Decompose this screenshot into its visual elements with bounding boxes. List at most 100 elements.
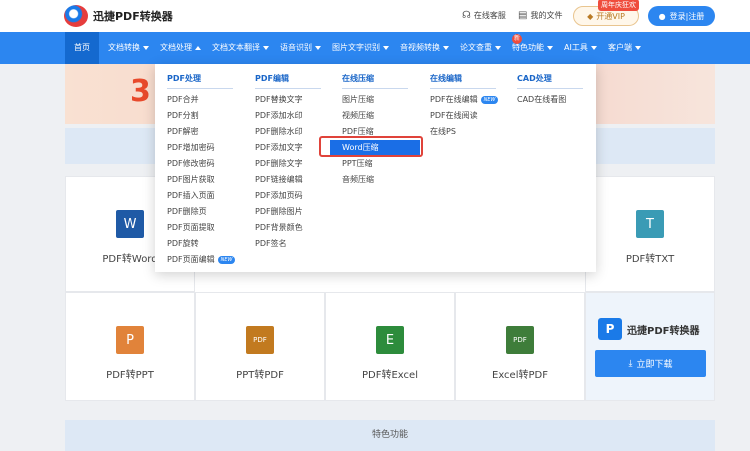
customer-service-label: 在线客服 xyxy=(473,11,506,20)
menu-item[interactable]: PDF合并 xyxy=(167,92,235,108)
menu-item[interactable]: PDF页面编辑 NEW xyxy=(167,252,236,268)
chevron-down-icon xyxy=(635,45,641,50)
feature-section-title: 特色功能 xyxy=(65,420,715,451)
nav-features-label: 特色功能 xyxy=(512,43,544,52)
tool-card-pdf-to-ppt[interactable]: P PDF转PPT xyxy=(65,292,195,401)
menu-item[interactable]: PDF在线阅读 xyxy=(430,108,498,124)
column-title: 在线编辑 xyxy=(430,73,496,89)
menu-item-label: PPT压缩 xyxy=(342,159,373,168)
nav-ocr[interactable]: 图片文字识别 xyxy=(332,32,389,64)
ppt-pdf-icon-glyph: PDF xyxy=(253,336,267,344)
banner-graphic: 3 xyxy=(130,74,151,109)
nav-client-label: 客户端 xyxy=(608,43,632,52)
user-icon: ● xyxy=(658,11,666,21)
login-button[interactable]: ● 登录|注册 xyxy=(648,6,715,26)
vip-label: 开通VIP xyxy=(596,11,625,21)
top-header: 迅捷PDF转换器 ☊ 在线客服 ▤ 我的文件 ◆ 开通VIP 周年庆狂欢 ● 登… xyxy=(0,0,750,32)
menu-item[interactable]: CAD在线看图 xyxy=(517,92,583,108)
new-tag: NEW xyxy=(217,256,236,264)
menu-item[interactable]: 图片压缩 xyxy=(342,92,420,108)
nav-speech-label: 语音识别 xyxy=(280,43,312,52)
chevron-down-icon xyxy=(143,45,149,50)
menu-item-label: PDF签名 xyxy=(255,239,287,248)
new-tag: NEW xyxy=(480,96,499,104)
chevron-down-icon xyxy=(315,45,321,50)
chevron-up-icon xyxy=(195,45,201,50)
diamond-icon: ◆ xyxy=(587,11,594,21)
tool-card-pdf-to-excel[interactable]: E PDF转Excel xyxy=(325,292,455,401)
menu-item-label: PDF页面编辑 xyxy=(167,255,215,264)
download-promo: P 迅捷PDF转换器 ⤓ 立即下载 xyxy=(585,292,715,401)
menu-item-label: 图片压缩 xyxy=(342,95,374,104)
menu-item[interactable]: PDF删除页 xyxy=(167,204,235,220)
tool-card-ppt-to-pdf[interactable]: PDF PPT转PDF xyxy=(195,292,325,401)
excel-pdf-icon-glyph: PDF xyxy=(513,336,527,344)
nav-home[interactable]: 首页 xyxy=(65,32,99,64)
menu-item[interactable]: PDF图片获取 xyxy=(167,172,235,188)
nav-av-convert[interactable]: 音视频转换 xyxy=(400,32,449,64)
excel-icon: E xyxy=(376,326,404,354)
menu-item-label: CAD在线看图 xyxy=(517,95,567,104)
tool-label: PDF转PPT xyxy=(106,370,154,381)
customer-service-link[interactable]: ☊ 在线客服 xyxy=(462,10,506,21)
menu-item[interactable]: PDF解密 xyxy=(167,124,235,140)
nav-ocr-label: 图片文字识别 xyxy=(332,43,380,52)
nav-speech[interactable]: 语音识别 xyxy=(280,32,321,64)
menu-item-label: PDF分割 xyxy=(167,111,199,120)
nav-doc-process[interactable]: 文档处理 xyxy=(160,32,201,64)
menu-item-label: PDF删除图片 xyxy=(255,207,303,216)
download-icon: ⤓ xyxy=(628,358,633,369)
chevron-down-icon xyxy=(495,45,501,50)
nav-client[interactable]: 客户端 xyxy=(608,32,641,64)
nav-ai-tools[interactable]: AI工具 xyxy=(564,32,597,64)
txt-icon-glyph: T xyxy=(646,216,654,232)
menu-item-label: PDF添加页码 xyxy=(255,191,303,200)
menu-item[interactable]: 音频压缩 xyxy=(342,172,420,188)
menu-item[interactable]: PDF删除图片 xyxy=(255,204,321,220)
menu-item[interactable]: PDF删除水印 xyxy=(255,124,321,140)
menu-item[interactable]: PDF页面提取 xyxy=(167,220,235,236)
menu-item[interactable]: PPT压缩 xyxy=(342,156,420,172)
menu-item-label: 视频压缩 xyxy=(342,111,374,120)
menu-item[interactable]: PDF替换文字 xyxy=(255,92,321,108)
menu-item[interactable]: PDF增加密码 xyxy=(167,140,235,156)
menu-item-label: PDF图片获取 xyxy=(167,175,215,184)
download-button[interactable]: ⤓ 立即下载 xyxy=(595,350,706,377)
nav-plagiarism[interactable]: 论文查重 xyxy=(460,32,501,64)
my-files-label: 我的文件 xyxy=(530,11,563,20)
site-logo[interactable]: 迅捷PDF转换器 xyxy=(64,5,173,27)
promo-logo: P 迅捷PDF转换器 xyxy=(598,318,699,340)
tool-card-excel-to-pdf[interactable]: PDF Excel转PDF xyxy=(455,292,585,401)
menu-item-label: PDF增加密码 xyxy=(167,143,215,152)
download-label: 立即下载 xyxy=(636,360,673,370)
tool-label: PDF转Excel xyxy=(362,370,418,381)
nav-doc-convert[interactable]: 文档转换 xyxy=(108,32,149,64)
menu-item[interactable]: PDF分割 xyxy=(167,108,235,124)
menu-item[interactable]: 视频压缩 xyxy=(342,108,420,124)
chevron-down-icon xyxy=(383,45,389,50)
menu-item[interactable]: PDF修改密码 xyxy=(167,156,235,172)
menu-item[interactable]: PDF背景颜色 xyxy=(255,220,321,236)
my-files-link[interactable]: ▤ 我的文件 xyxy=(518,10,562,21)
tool-card-pdf-to-txt[interactable]: T PDF转TXT xyxy=(585,176,715,292)
menu-item-label: PDF链接编辑 xyxy=(255,175,303,184)
nav-doc-convert-label: 文档转换 xyxy=(108,43,140,52)
menu-item[interactable]: PDF旋转 xyxy=(167,236,235,252)
app-logo-icon: P xyxy=(598,318,622,340)
menu-item[interactable]: PDF链接编辑 xyxy=(255,172,321,188)
menu-item[interactable]: 在线PS xyxy=(430,124,498,140)
word-icon: W xyxy=(116,210,144,238)
menu-item[interactable]: PDF添加页码 xyxy=(255,188,321,204)
tool-label: PDF转TXT xyxy=(625,254,675,265)
menu-item[interactable]: PDF在线编辑 NEW xyxy=(430,92,499,108)
headset-icon: ☊ xyxy=(462,10,471,21)
menu-item[interactable]: PDF删除文字 xyxy=(255,156,321,172)
menu-item[interactable]: PDF签名 xyxy=(255,236,321,252)
menu-item-label: PDF修改密码 xyxy=(167,159,215,168)
doc-process-dropdown: PDF处理 PDF合并 PDF分割 PDF解密 PDF增加密码 PDF修改密码 … xyxy=(155,64,596,272)
nav-translate[interactable]: 文档文本翻译 xyxy=(212,32,269,64)
menu-item-label: PDF在线阅读 xyxy=(430,111,478,120)
menu-item[interactable]: PDF添加文字 xyxy=(255,140,321,156)
menu-item[interactable]: PDF添加水印 xyxy=(255,108,321,124)
menu-item[interactable]: PDF插入页面 xyxy=(167,188,235,204)
